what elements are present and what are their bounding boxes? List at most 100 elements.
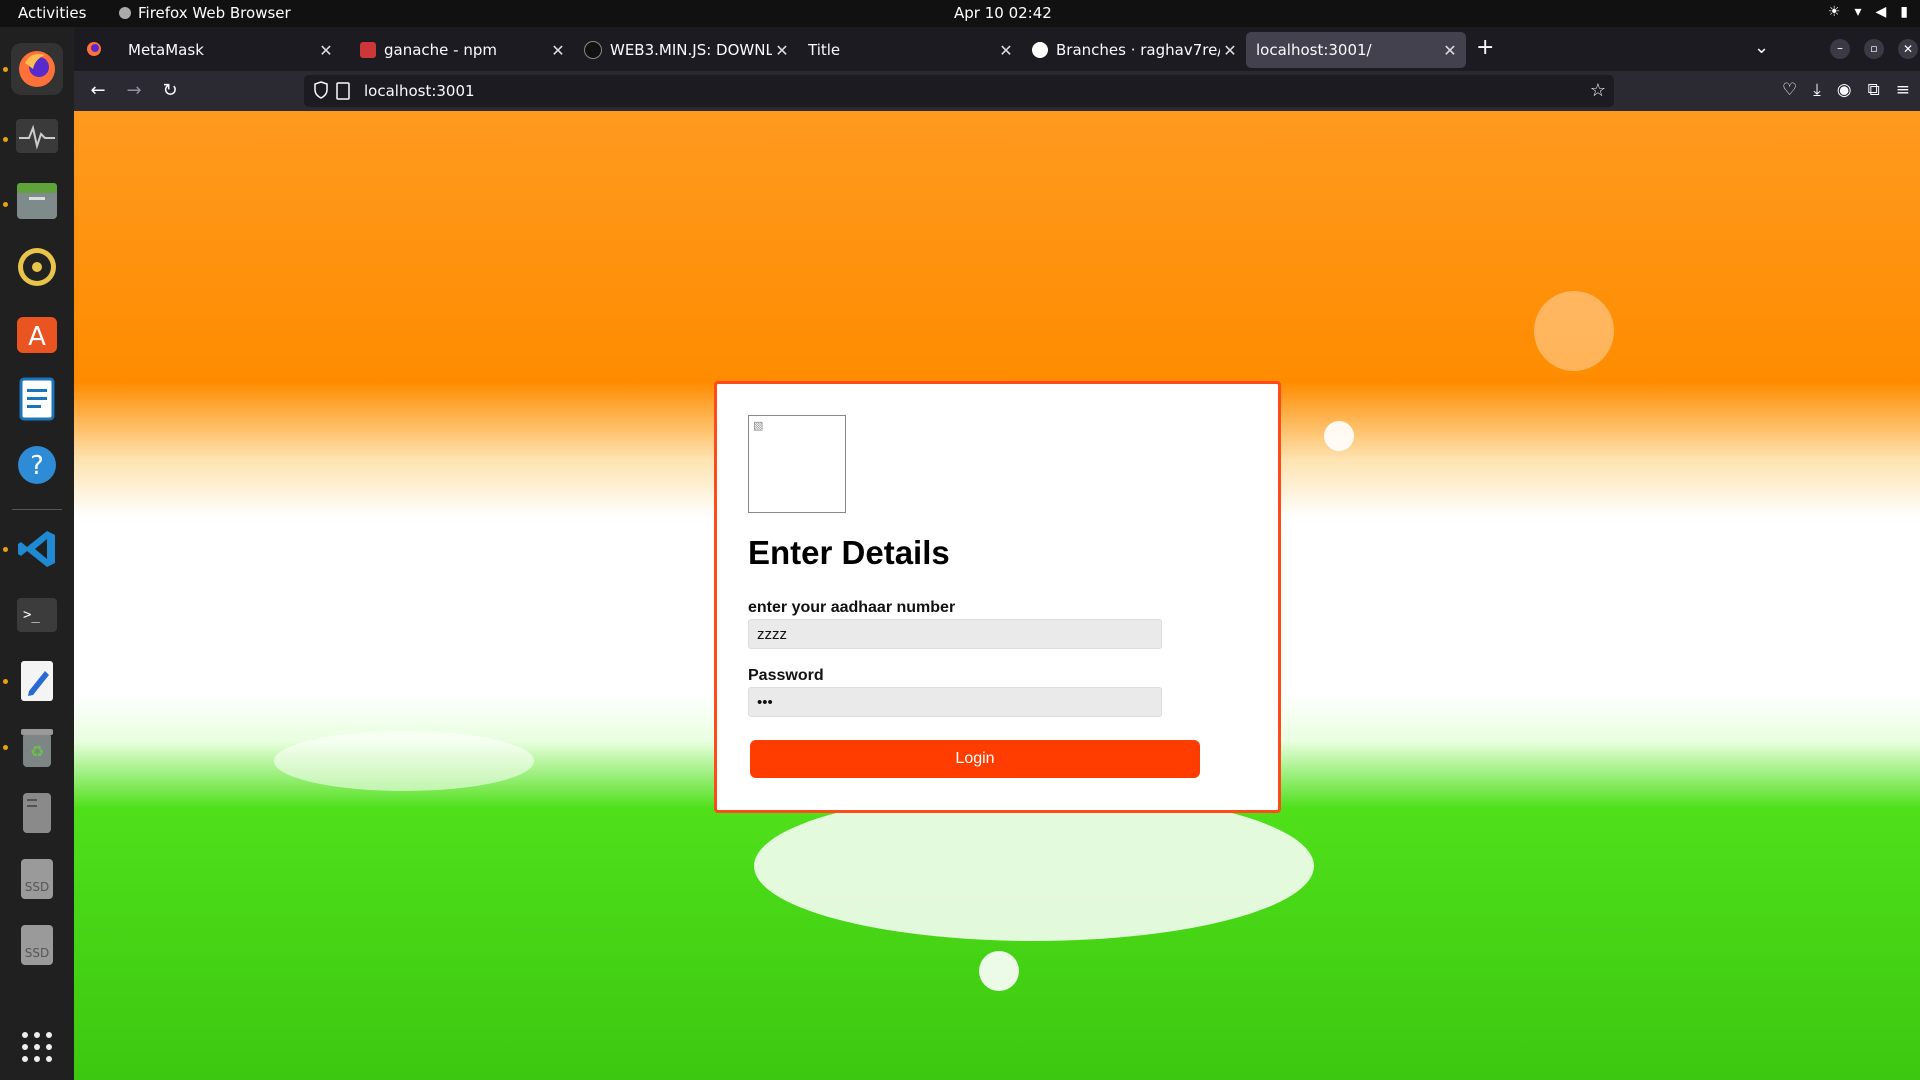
close-tab-icon[interactable]: ✕: [772, 41, 792, 60]
npm-favicon-icon: [360, 42, 376, 58]
app-menu[interactable]: Firefox Web Browser: [118, 4, 291, 22]
splash-decoration: [979, 951, 1019, 991]
list-all-tabs-icon[interactable]: ⌄: [1754, 37, 1769, 58]
tab-title-page[interactable]: Title ✕: [798, 32, 1022, 68]
running-indicator: [3, 137, 8, 142]
close-tab-icon[interactable]: ✕: [996, 41, 1016, 60]
activities-button[interactable]: Activities: [18, 4, 86, 22]
menu-icon[interactable]: ≡: [1896, 80, 1910, 100]
svg-text:A: A: [28, 322, 46, 352]
firefox-view-icon[interactable]: [86, 41, 102, 61]
toolbar-icons: ♡ ⤓ ◉ ⧉ ≡: [1782, 80, 1910, 100]
tab-title: localhost:3001/: [1256, 41, 1372, 59]
close-window-icon[interactable]: ✕: [1898, 39, 1918, 59]
firefox-small-icon: [119, 7, 131, 19]
running-indicator: [3, 745, 8, 750]
login-card: ▧ Enter Details enter your aadhaar numbe…: [714, 381, 1281, 813]
forward-icon[interactable]: →: [122, 79, 146, 103]
tab-title: MetaMask: [128, 41, 204, 59]
splash-decoration: [754, 791, 1314, 941]
browser-nav-bar: ← → ↻ localhost:3001 ☆ ♡ ⤓ ◉ ⧉ ≡: [74, 71, 1920, 111]
terminal-icon[interactable]: >_: [11, 589, 63, 641]
app-center-icon[interactable]: A: [11, 307, 63, 359]
text-editor-icon[interactable]: [11, 655, 63, 707]
system-monitor-icon[interactable]: [11, 110, 63, 162]
web3-favicon-icon: [584, 41, 602, 59]
app-name-label: Firefox Web Browser: [138, 4, 291, 22]
svg-text:♻: ♻: [30, 742, 44, 761]
files-icon[interactable]: [11, 175, 63, 227]
close-tab-icon[interactable]: ✕: [1440, 41, 1460, 60]
system-tray[interactable]: ☀ ▾ ◀ ▮: [1828, 4, 1908, 20]
vscode-icon[interactable]: [11, 523, 63, 575]
github-favicon-icon: [1032, 42, 1048, 58]
browser-tab-bar: MetaMask ✕ ganache - npm ✕ WEB3.MIN.JS: …: [74, 27, 1920, 71]
extensions-icon[interactable]: ⧉: [1868, 80, 1880, 100]
splash-decoration: [134, 531, 754, 671]
account-icon[interactable]: ◉: [1837, 80, 1852, 100]
rhythmbox-icon[interactable]: [11, 241, 63, 293]
pocket-icon[interactable]: ♡: [1782, 80, 1797, 100]
running-indicator: [3, 202, 8, 207]
volume-icon: ◀: [1875, 4, 1887, 20]
svg-text:?: ?: [30, 451, 44, 481]
tab-metamask[interactable]: MetaMask ✕: [118, 32, 342, 68]
url-text[interactable]: localhost:3001: [364, 82, 475, 100]
aadhaar-label: enter your aadhaar number: [748, 599, 956, 616]
tab-web3-download[interactable]: WEB3.MIN.JS: DOWNLOA ✕: [574, 32, 798, 68]
tracking-shield-icon[interactable]: [314, 81, 328, 103]
page-info-icon[interactable]: [336, 82, 350, 104]
splash-decoration: [1254, 521, 1854, 671]
close-tab-icon[interactable]: ✕: [548, 41, 568, 60]
ssd-icon[interactable]: SSD: [11, 853, 63, 905]
url-bar[interactable]: localhost:3001 ☆: [304, 75, 1614, 107]
ssd-icon[interactable]: SSD: [11, 919, 63, 971]
tab-github-branches[interactable]: Branches · raghav7re/Blo ✕: [1022, 32, 1246, 68]
disk-icon[interactable]: [11, 787, 63, 839]
close-tab-icon[interactable]: ✕: [316, 41, 336, 60]
ssd-label: SSD: [25, 880, 49, 894]
new-tab-icon[interactable]: +: [1476, 35, 1494, 60]
back-icon[interactable]: ←: [86, 79, 110, 103]
tab-title: Branches · raghav7re/Blo: [1056, 41, 1220, 59]
tab-localhost[interactable]: localhost:3001/ ✕: [1246, 32, 1466, 68]
tab-title: Title: [808, 41, 841, 59]
splash-decoration: [1534, 291, 1614, 371]
dock-separator: [12, 509, 62, 510]
tab-title: WEB3.MIN.JS: DOWNLOA: [610, 41, 772, 59]
broken-image-placeholder: ▧: [748, 415, 846, 513]
form-heading: Enter Details: [748, 534, 950, 571]
svg-text:>_: >_: [23, 607, 40, 623]
libreoffice-writer-icon[interactable]: [11, 373, 63, 425]
page-background: ▧ Enter Details enter your aadhaar numbe…: [74, 111, 1920, 1080]
running-indicator: [3, 679, 8, 684]
image-icon: ▧: [753, 419, 764, 432]
show-apps-icon[interactable]: [11, 1021, 63, 1073]
tab-ganache-npm[interactable]: ganache - npm ✕: [350, 32, 574, 68]
close-tab-icon[interactable]: ✕: [1220, 41, 1240, 60]
firefox-icon[interactable]: [11, 43, 63, 95]
password-input[interactable]: •••: [748, 687, 1162, 717]
password-label: Password: [748, 667, 824, 684]
dock: A ? >_ ♻ SSD SSD: [0, 27, 74, 1080]
running-indicator: [3, 547, 8, 552]
aadhaar-input[interactable]: zzzz: [748, 619, 1162, 649]
bookmark-star-icon[interactable]: ☆: [1590, 80, 1606, 101]
running-indicator: [3, 67, 8, 72]
ssd-label: SSD: [25, 946, 49, 960]
minimize-icon[interactable]: –: [1830, 39, 1850, 59]
downloads-icon[interactable]: ⤓: [1813, 80, 1821, 100]
brightness-icon: ☀: [1827, 4, 1841, 20]
tab-title: ganache - npm: [384, 41, 497, 59]
battery-icon: ▮: [1900, 4, 1908, 20]
clock[interactable]: Apr 10 02:42: [954, 4, 1052, 22]
wifi-icon: ▾: [1854, 4, 1862, 20]
splash-decoration: [1324, 421, 1354, 451]
maximize-icon[interactable]: ▫: [1864, 39, 1884, 59]
system-top-bar: Activities Firefox Web Browser Apr 10 02…: [0, 0, 1920, 27]
help-icon[interactable]: ?: [11, 439, 63, 491]
reload-icon[interactable]: ↻: [158, 79, 182, 103]
login-button[interactable]: Login: [750, 740, 1200, 778]
splash-decoration: [274, 731, 534, 791]
trash-icon[interactable]: ♻: [11, 721, 63, 773]
